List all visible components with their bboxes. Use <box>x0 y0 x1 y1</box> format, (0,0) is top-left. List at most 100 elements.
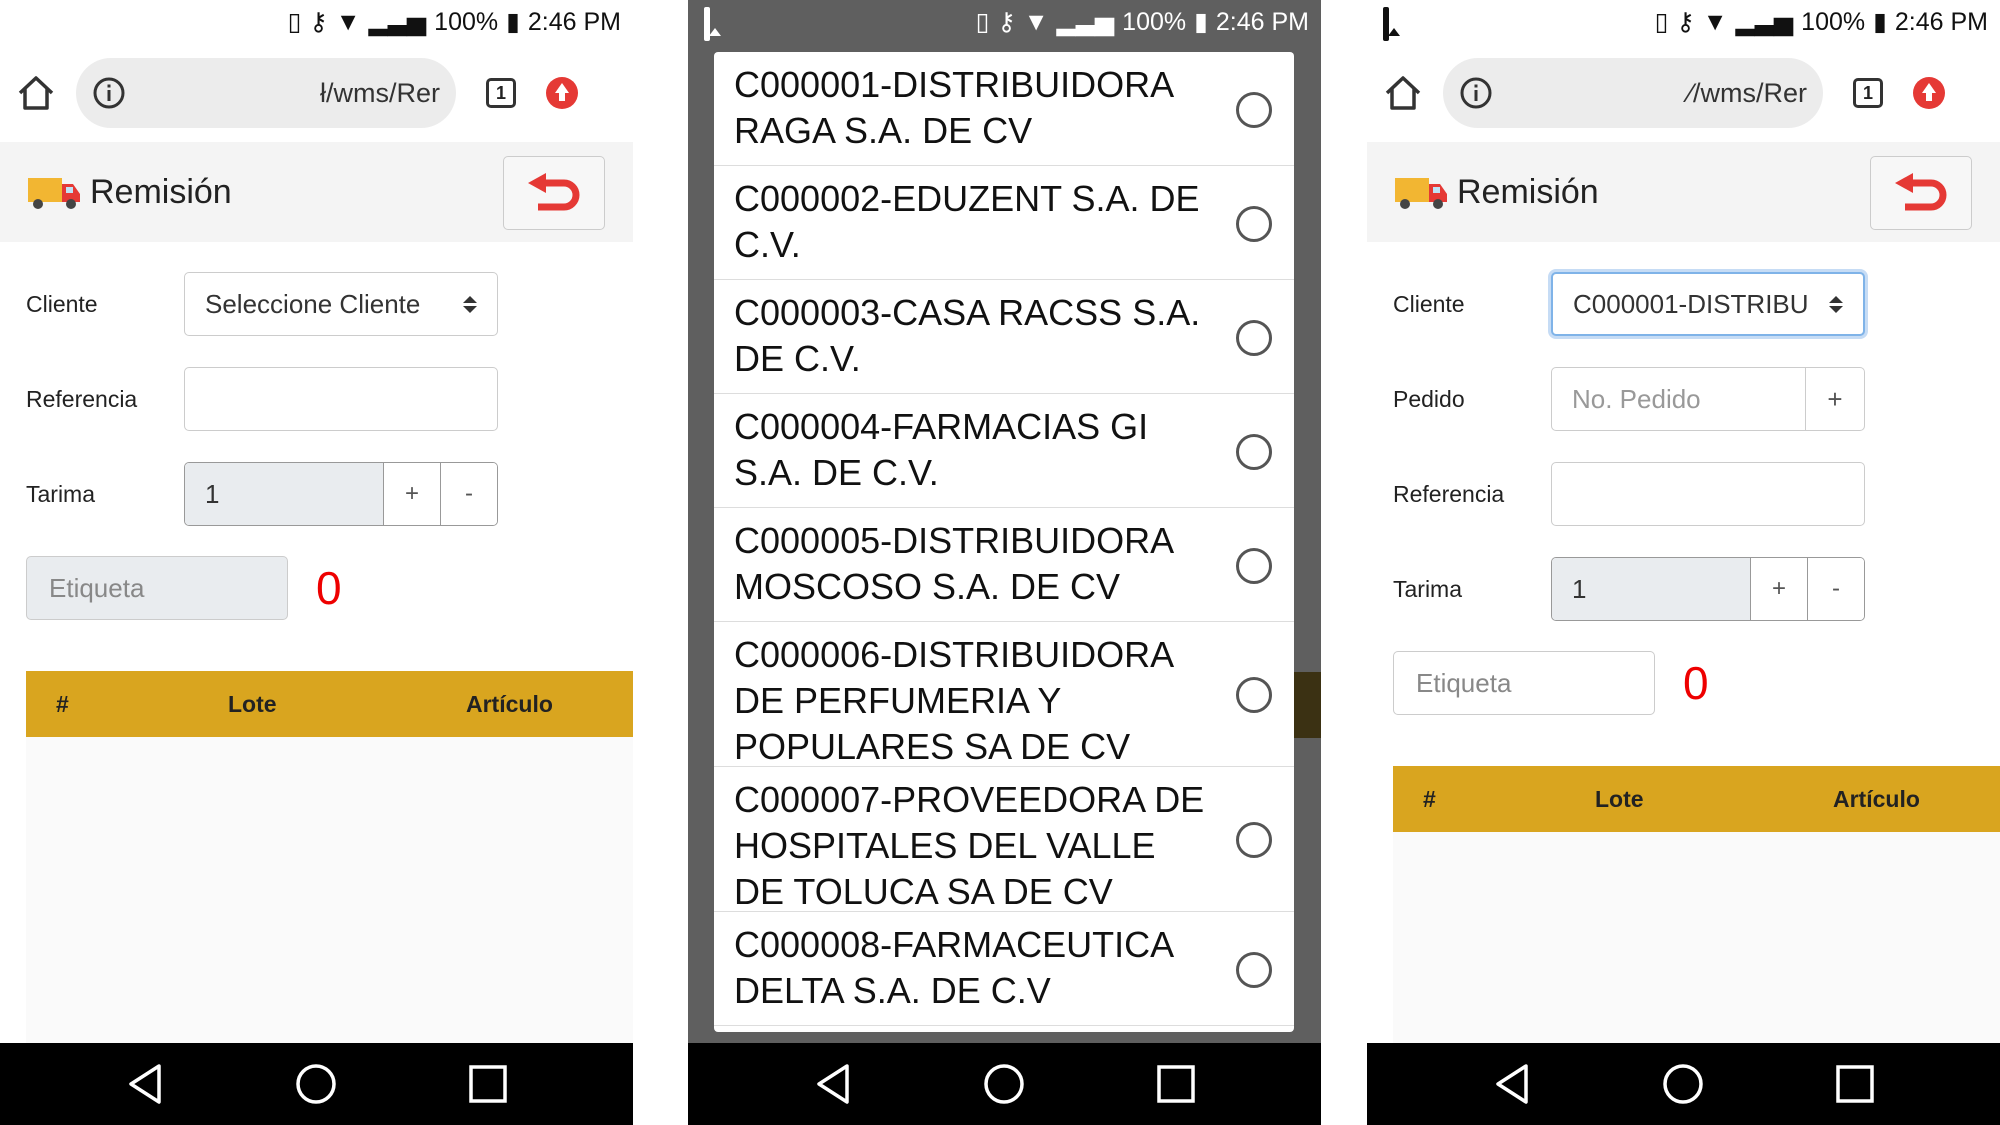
radio-unchecked-icon[interactable] <box>1236 433 1272 470</box>
vpn-key-icon: ⚷ <box>1676 8 1695 36</box>
recents-nav-icon[interactable] <box>1835 1064 1875 1104</box>
scan-count: 0 <box>316 562 342 614</box>
client-option-label: C000006-DISTRIBUIDORA DE PERFUMERIA Y PO… <box>734 634 1173 767</box>
cliente-row: Cliente C000001-DISTRIBU <box>1393 272 1865 336</box>
vibrate-icon: ▯ <box>1654 8 1669 36</box>
pedido-input[interactable]: No. Pedido <box>1552 368 1806 430</box>
browser-toolbar: ⁄/wms/Rer 1 <box>1367 44 2000 142</box>
client-option-label: C000004-FARMACIAS GI S.A. DE C.V. <box>734 406 1149 493</box>
return-arrow-icon <box>528 173 580 211</box>
client-option[interactable]: C000003-CASA RACSS S.A. DE C.V. <box>714 280 1294 394</box>
tarima-plus-button[interactable]: + <box>384 463 440 525</box>
client-option[interactable]: C000004-FARMACIAS GI S.A. DE C.V. <box>714 394 1294 508</box>
status-bar: ▯ ⚷ ▼ ▂▃▅ 100% ▮ 2:46 PM <box>0 0 633 44</box>
back-button[interactable] <box>503 156 605 230</box>
home-nav-icon[interactable] <box>294 1062 338 1106</box>
clock: 2:46 PM <box>1894 7 1988 36</box>
pedido-label: Pedido <box>1393 385 1465 412</box>
column-header-lote: Lote <box>228 690 277 717</box>
pedido-row: Pedido No. Pedido + <box>1393 367 1865 431</box>
battery-icon: ▮ <box>1873 8 1887 36</box>
cliente-label: Cliente <box>1393 290 1465 317</box>
phone-screen-1: ▯ ⚷ ▼ ▂▃▅ 100% ▮ 2:46 PM ł/wms/Rer 1 Rem… <box>0 0 633 1125</box>
home-icon[interactable] <box>1383 73 1423 113</box>
tarima-stepper: 1 + - <box>184 462 498 526</box>
tarima-value[interactable]: 1 <box>1552 558 1751 620</box>
table-body <box>26 737 633 1043</box>
home-nav-icon[interactable] <box>1661 1062 1705 1106</box>
client-option[interactable]: C000002-EDUZENT S.A. DE C.V. <box>714 166 1294 280</box>
cliente-label: Cliente <box>26 290 98 317</box>
cliente-select[interactable]: Seleccione Cliente <box>184 272 498 336</box>
radio-unchecked-icon[interactable] <box>1236 677 1272 713</box>
page-title: Remisión <box>1457 172 1599 211</box>
column-header-number: # <box>56 690 69 717</box>
status-bar: ▯ ⚷ ▼ ▂▃▅ 100% ▮ 2:46 PM <box>688 0 1321 44</box>
radio-unchecked-icon[interactable] <box>1236 205 1272 242</box>
tarima-label: Tarima <box>1393 575 1463 602</box>
back-nav-icon[interactable] <box>125 1062 165 1106</box>
info-icon[interactable] <box>92 76 126 110</box>
battery-percent: 100% <box>434 7 499 36</box>
address-bar[interactable]: ⁄/wms/Rer <box>1443 58 1823 128</box>
column-header-articulo: Artículo <box>1833 785 1920 812</box>
back-button[interactable] <box>1870 156 1972 230</box>
android-nav-bar <box>688 1043 1321 1125</box>
home-icon[interactable] <box>16 73 56 113</box>
tab-switcher-button[interactable]: 1 <box>486 78 516 108</box>
client-option[interactable]: C000008-FARMACEUTICA DELTA S.A. DE C.V <box>714 912 1294 1026</box>
etiqueta-input[interactable]: Etiqueta <box>26 556 288 620</box>
table-header: # Lote Artículo <box>26 671 633 737</box>
radio-unchecked-icon[interactable] <box>1236 547 1272 584</box>
tarima-minus-button[interactable]: - <box>440 463 497 525</box>
pedido-add-button[interactable]: + <box>1806 368 1864 430</box>
referencia-input[interactable] <box>184 367 498 431</box>
gallery-notification <box>1383 7 1389 41</box>
client-option-label: C000001-DISTRIBUIDORA RAGA S.A. DE CV <box>734 64 1173 151</box>
android-nav-bar <box>0 1043 633 1125</box>
info-icon[interactable] <box>1459 76 1493 110</box>
client-option[interactable]: C000001-DISTRIBUIDORA RAGA S.A. DE CV <box>714 52 1294 166</box>
radio-unchecked-icon[interactable] <box>1236 822 1272 858</box>
cliente-select[interactable]: C000001-DISTRIBU <box>1551 272 1865 336</box>
referencia-label: Referencia <box>26 385 138 412</box>
url-text: ł/wms/Rer <box>320 77 440 108</box>
update-icon[interactable] <box>1913 77 1945 109</box>
recents-nav-icon[interactable] <box>1156 1064 1196 1104</box>
tarima-stepper: 1 + - <box>1551 557 1865 621</box>
radio-unchecked-icon[interactable] <box>1236 91 1272 128</box>
tab-switcher-button[interactable]: 1 <box>1853 78 1883 108</box>
address-bar[interactable]: ł/wms/Rer <box>76 58 456 128</box>
radio-unchecked-icon[interactable] <box>1236 319 1272 356</box>
home-nav-icon[interactable] <box>982 1062 1026 1106</box>
client-option-label: C000005-DISTRIBUIDORA MOSCOSO S.A. DE CV <box>734 520 1173 607</box>
scan-count: 0 <box>1683 657 1709 709</box>
tarima-value[interactable]: 1 <box>185 463 384 525</box>
tarima-row: Tarima 1 + - <box>26 462 498 526</box>
vibrate-icon: ▯ <box>975 8 990 36</box>
select-arrows-icon <box>463 295 477 313</box>
tarima-minus-button[interactable]: - <box>1807 558 1864 620</box>
client-option[interactable]: C000007-PROVEEDORA DE HOSPITALES DEL VAL… <box>714 767 1294 912</box>
signal-icon: ▂▃▅ <box>368 8 427 36</box>
etiqueta-input[interactable]: Etiqueta <box>1393 651 1655 715</box>
etiqueta-row: Etiqueta 0 <box>26 556 342 620</box>
tarima-plus-button[interactable]: + <box>1751 558 1807 620</box>
clock: 2:46 PM <box>1215 7 1309 36</box>
update-icon[interactable] <box>546 77 578 109</box>
clock: 2:46 PM <box>527 7 621 36</box>
table-header: # Lote Artículo <box>1393 766 2000 832</box>
back-nav-icon[interactable] <box>1492 1062 1532 1106</box>
back-nav-icon[interactable] <box>813 1062 853 1106</box>
cliente-select-value: Seleccione Cliente <box>205 288 421 319</box>
select-arrows-icon <box>1829 295 1843 313</box>
client-option[interactable]: C000005-DISTRIBUIDORA MOSCOSO S.A. DE CV <box>714 508 1294 622</box>
battery-percent: 100% <box>1801 7 1866 36</box>
recents-nav-icon[interactable] <box>468 1064 508 1104</box>
android-nav-bar <box>1367 1043 2000 1125</box>
return-arrow-icon <box>1895 173 1947 211</box>
truck-icon <box>28 178 80 209</box>
client-option[interactable]: C000006-DISTRIBUIDORA DE PERFUMERIA Y PO… <box>714 622 1294 767</box>
radio-unchecked-icon[interactable] <box>1236 951 1272 988</box>
referencia-input[interactable] <box>1551 462 1865 526</box>
